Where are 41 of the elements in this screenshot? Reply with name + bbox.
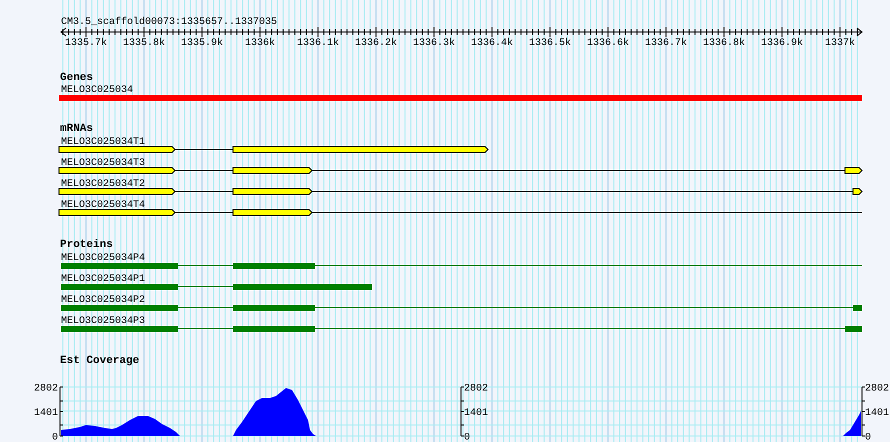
ruler-label: 1336.6k — [587, 38, 629, 49]
ruler-label: 1336.8k — [703, 38, 745, 49]
track-title: Proteins — [60, 239, 113, 251]
ruler-label: 1335.8k — [123, 38, 165, 49]
axis-label: 0 — [865, 432, 872, 442]
axis-label: 1401 — [865, 408, 890, 419]
feature-label: MELO3C025034T2 — [61, 179, 146, 190]
ruler-label: 1336.4k — [471, 38, 513, 49]
ruler-label: 1336.2k — [355, 38, 397, 49]
ruler-label: 1336.3k — [413, 38, 455, 49]
feature-label: MELO3C025034T1 — [61, 137, 146, 148]
axis-label: 0 — [464, 432, 470, 442]
y-axis — [60, 386, 64, 436]
feature-label: MELO3C025034P4 — [61, 253, 146, 264]
y-axis — [862, 386, 866, 436]
axis-label: 2802 — [865, 384, 890, 394]
y-axis — [460, 386, 464, 436]
ruler-label: 1335.9k — [181, 38, 223, 49]
track-title: Est Coverage — [60, 355, 140, 367]
ruler-label: 1336k — [245, 38, 275, 49]
ruler-label: 1336.5k — [529, 38, 571, 49]
track-title: mRNAs — [60, 123, 94, 135]
ruler-label: 1336.1k — [297, 38, 339, 49]
feature-label: MELO3C025034 — [61, 85, 134, 96]
axis-label: 0 — [52, 432, 58, 442]
track-title: Genes — [60, 72, 94, 84]
axis-label: 1401 — [464, 408, 488, 419]
ruler-label: 1335.7k — [65, 38, 107, 49]
axis-label: 1401 — [34, 408, 58, 419]
coverage-area — [843, 411, 861, 436]
feature-label: MELO3C025034T3 — [61, 158, 146, 169]
ruler-label: 1336.7k — [645, 38, 687, 49]
feature-label: MELO3C025034P2 — [61, 295, 146, 306]
ruler-label: 1337k — [825, 38, 855, 49]
axis-label: 2802 — [464, 384, 488, 394]
feature-label: MELO3C025034P1 — [61, 274, 146, 285]
ruler-label: 1336.9k — [761, 38, 803, 49]
feature-label: MELO3C025034T4 — [61, 200, 146, 211]
region-title: CM3.5_scaffold00073:1335657..1337035 — [61, 17, 278, 28]
feature-label: MELO3C025034P3 — [61, 316, 146, 327]
axis-label: 2802 — [34, 384, 58, 394]
